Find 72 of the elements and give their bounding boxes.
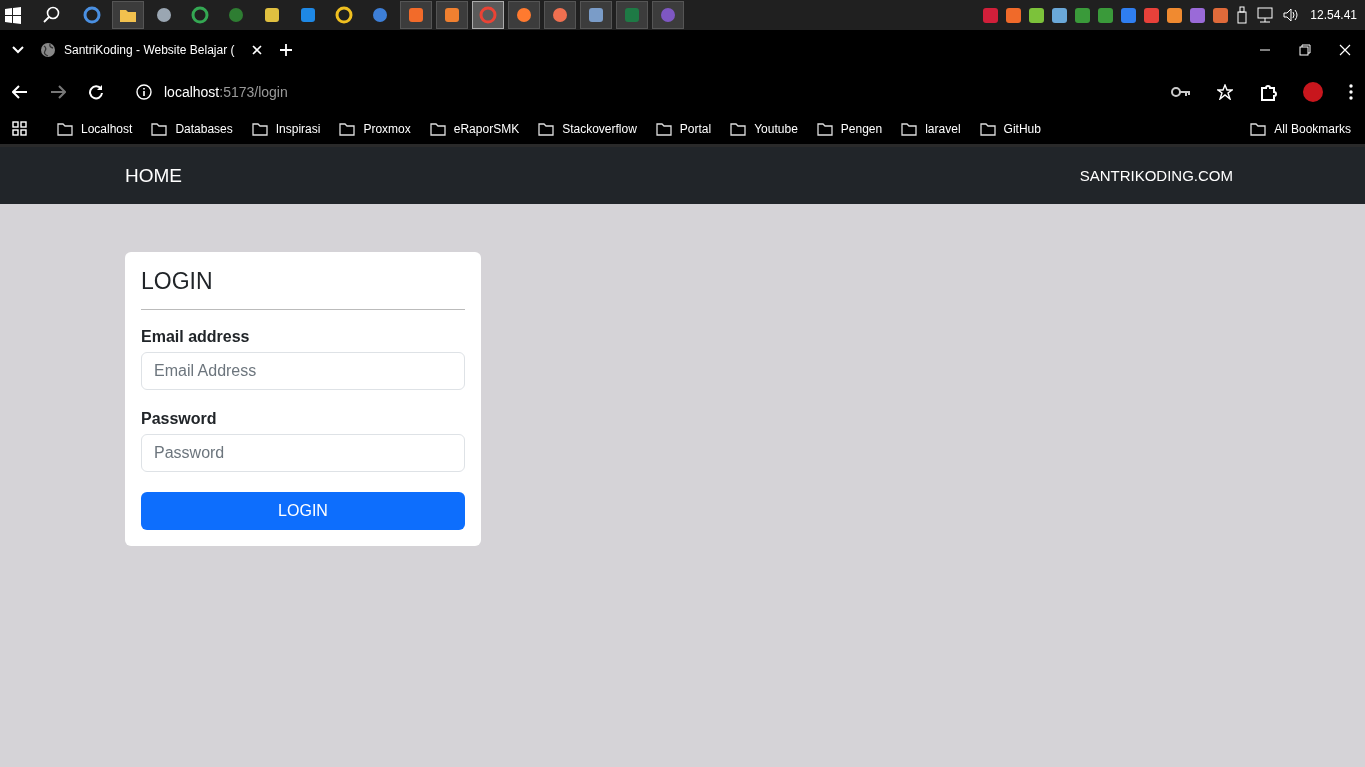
tray-icon[interactable]	[983, 7, 999, 23]
key-icon[interactable]	[1171, 85, 1191, 98]
home-link[interactable]: HOME	[125, 164, 182, 187]
usb-icon[interactable]	[1236, 6, 1249, 24]
bookmark-folder[interactable]: Inspirasi	[251, 121, 321, 136]
tray-icon[interactable]	[1006, 7, 1022, 23]
bookmark-folder[interactable]: GitHub	[979, 121, 1041, 136]
login-button[interactable]: LOGIN	[141, 492, 465, 530]
bookmark-folder[interactable]: All Bookmarks	[1250, 121, 1351, 136]
folder-icon	[57, 121, 73, 136]
taskbar-app-button[interactable]	[436, 1, 468, 29]
card-title: LOGIN	[141, 268, 465, 310]
bookmark-folder[interactable]: Stackoverflow	[538, 121, 637, 136]
folder-icon	[901, 121, 918, 136]
info-icon[interactable]	[136, 83, 152, 100]
folder-icon	[816, 121, 833, 136]
email-field[interactable]: Email Address	[141, 352, 465, 390]
bookmark-folder[interactable]: Databases	[151, 121, 233, 136]
network-icon[interactable]	[1256, 7, 1275, 23]
folder-icon	[979, 121, 996, 136]
password-field[interactable]: Password	[141, 434, 465, 472]
speaker-icon[interactable]	[1282, 7, 1301, 23]
folder-icon	[730, 121, 747, 136]
bookmark-folder[interactable]: Youtube	[730, 121, 798, 136]
folder-icon	[151, 121, 168, 136]
windows-start-icon[interactable]	[4, 6, 22, 24]
clock-time: 12.54.41	[1310, 8, 1357, 22]
new-tab-icon[interactable]	[280, 44, 292, 56]
restore-icon[interactable]	[1299, 44, 1311, 56]
globe-icon	[40, 42, 56, 58]
folder-icon	[251, 121, 268, 136]
forward-arrow-icon	[50, 84, 66, 99]
reload-icon[interactable]	[88, 83, 104, 100]
tray-icon[interactable]	[1052, 7, 1068, 23]
taskbar-app-button[interactable]	[508, 1, 540, 29]
tray-icon[interactable]	[1144, 7, 1160, 23]
brand-link[interactable]: SANTRIKODING.COM	[1079, 167, 1233, 184]
apps-grid-icon[interactable]	[12, 121, 27, 136]
taskbar-app-button[interactable]	[112, 1, 144, 29]
tab-title: SantriKoding - Website Belajar (	[64, 43, 236, 57]
chevron-down-icon[interactable]	[12, 46, 24, 54]
bookmark-folder[interactable]: Proxmox	[339, 121, 411, 136]
tray-icon[interactable]	[1190, 7, 1206, 23]
search-icon[interactable]	[42, 5, 62, 25]
puzzle-piece-icon[interactable]	[1259, 82, 1277, 101]
folder-icon	[655, 121, 672, 136]
tray-icon[interactable]	[1167, 7, 1183, 23]
folder-icon	[339, 121, 356, 136]
field-label: Password	[141, 410, 218, 428]
close-icon[interactable]	[252, 45, 262, 55]
folder-icon	[429, 121, 446, 136]
bookmark-folder[interactable]: eRaporSMK	[429, 121, 520, 136]
bookmark-folder[interactable]: laravel	[901, 121, 961, 136]
back-arrow-icon[interactable]	[12, 84, 28, 99]
bookmark-folder[interactable]: Localhost	[57, 121, 133, 136]
browser-tab[interactable]: SantriKoding - Website Belajar (	[40, 42, 262, 58]
taskbar-app-button[interactable]	[580, 1, 612, 29]
folder-icon	[1250, 121, 1267, 136]
profile-avatar[interactable]	[1303, 81, 1323, 102]
star-icon[interactable]	[1217, 83, 1233, 100]
tray-icon[interactable]	[1029, 7, 1045, 23]
tray-icon[interactable]	[1075, 7, 1091, 23]
tray-icon[interactable]	[1213, 7, 1229, 23]
bookmark-folder[interactable]: Portal	[655, 121, 712, 136]
tray-icon[interactable]	[1098, 7, 1114, 23]
close-icon[interactable]	[1339, 44, 1351, 56]
bookmark-folder[interactable]: Pengen	[816, 121, 883, 136]
field-label: Email address	[141, 328, 251, 346]
menu-icon[interactable]	[1349, 83, 1353, 100]
folder-icon	[538, 121, 555, 136]
address-bar[interactable]: localhost:5173/login	[164, 83, 288, 100]
tray-icon[interactable]	[1121, 7, 1137, 23]
